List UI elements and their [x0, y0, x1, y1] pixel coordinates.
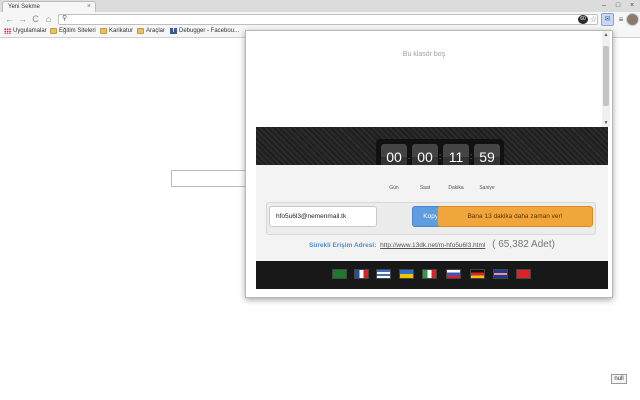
scroll-up-icon[interactable]: ▲ — [602, 31, 610, 39]
language-flags — [256, 261, 608, 289]
scroll-down-icon[interactable]: ▼ — [602, 119, 610, 127]
temp-mail-popup: Bu klasör boş ▲ ▼ 00 . 00 : 11 : 59 Gün … — [245, 30, 613, 298]
apps-icon — [4, 28, 11, 34]
browser-toolbar: ← → C ⌂ ⚲ 60 ☆ ✉ ≡ — [0, 12, 640, 27]
bookmark-karikatur[interactable]: Karikatur — [100, 28, 133, 34]
temp-mail-extension-icon[interactable]: ✉ — [601, 13, 614, 26]
back-button[interactable]: ← — [4, 14, 15, 25]
countdown-band: 00 . 00 : 11 : 59 — [256, 127, 608, 183]
inbox-area: Bu klasör boş — [246, 31, 602, 127]
extend-time-button[interactable]: Bana 13 dakika daha zaman ver! — [437, 206, 593, 227]
bookmark-label: Debugger - Facebou... — [179, 28, 240, 34]
scroll-thumb[interactable] — [603, 46, 609, 106]
bookmark-egitim-siteleri[interactable]: Eğitim Siteleri — [50, 28, 96, 34]
address-bar[interactable]: ⚲ — [58, 14, 598, 25]
ukraine-flag-icon[interactable] — [399, 269, 414, 279]
temp-email-field[interactable]: hfo5u6l3@nemenmail.tk — [269, 206, 377, 227]
timer-label-seconds: Saniye — [479, 185, 495, 191]
minimize-button[interactable]: – — [598, 1, 610, 10]
empty-inbox-message: Bu klasör boş — [402, 51, 446, 58]
null-badge: null — [611, 374, 627, 384]
email-form: hfo5u6l3@nemenmail.tk Kopyala Bana 13 da… — [266, 202, 596, 235]
saudi-flag-icon[interactable] — [332, 269, 347, 279]
maximize-button[interactable]: □ — [612, 1, 624, 10]
timer-label-hours: Saat — [419, 185, 431, 191]
greece-flag-icon[interactable] — [376, 269, 391, 279]
extension-badge-icon[interactable]: 60 — [578, 15, 588, 24]
access-link[interactable]: http://www.13dk.net/m-hfo5u6l3.html — [380, 242, 485, 249]
bookmark-araclar[interactable]: Araçlar — [137, 28, 165, 34]
uk-flag-icon[interactable] — [493, 269, 508, 279]
popup-lower-section: Gün Saat Dakika Saniye hfo5u6l3@nemenmai… — [256, 165, 608, 261]
turkey-flag-icon[interactable] — [516, 269, 531, 279]
timer-label-minutes: Dakika — [448, 185, 464, 191]
tab-strip: Yeni Sekme × – □ × — [0, 0, 640, 12]
germany-flag-icon[interactable] — [470, 269, 485, 279]
mail-count: ( 65,382 Adet) — [492, 239, 555, 250]
permanent-access-line: Sürekli Erişim Adresi: http://www.13dk.n… — [256, 239, 608, 250]
bookmark-label: Uygulamalar — [13, 28, 47, 34]
profile-avatar[interactable] — [626, 13, 639, 26]
italy-flag-icon[interactable] — [422, 269, 437, 279]
facebook-icon: f — [170, 28, 177, 34]
bookmark-label: Eğitim Siteleri — [59, 28, 96, 34]
access-label: Sürekli Erişim Adresi: — [309, 242, 377, 249]
bookmark-apps[interactable]: Uygulamalar — [4, 28, 47, 34]
folder-icon — [50, 28, 57, 34]
timer-label-days: Gün — [389, 185, 399, 191]
russia-flag-icon[interactable] — [446, 269, 461, 279]
reload-button[interactable]: C — [30, 14, 41, 25]
bookmark-star-icon[interactable]: ☆ — [588, 14, 599, 25]
folder-icon — [137, 28, 144, 34]
menu-icon[interactable]: ≡ — [617, 14, 625, 25]
forward-button[interactable]: → — [17, 14, 28, 25]
tab-title: Yeni Sekme — [8, 4, 40, 10]
new-tab-search-input[interactable] — [171, 170, 251, 187]
inbox-scrollbar[interactable]: ▲ ▼ — [602, 31, 610, 127]
folder-icon — [100, 28, 107, 34]
tab-new-tab[interactable]: Yeni Sekme × — [2, 1, 96, 12]
home-button[interactable]: ⌂ — [43, 14, 54, 25]
france-flag-icon[interactable] — [354, 269, 369, 279]
bookmark-label: Karikatur — [109, 28, 134, 34]
tab-close-icon[interactable]: × — [87, 3, 91, 10]
close-window-button[interactable]: × — [626, 1, 638, 10]
search-icon: ⚲ — [62, 15, 68, 22]
bookmark-label: Araçlar — [146, 28, 166, 34]
bookmark-facebook-debugger[interactable]: f Debugger - Facebou... — [170, 28, 239, 34]
